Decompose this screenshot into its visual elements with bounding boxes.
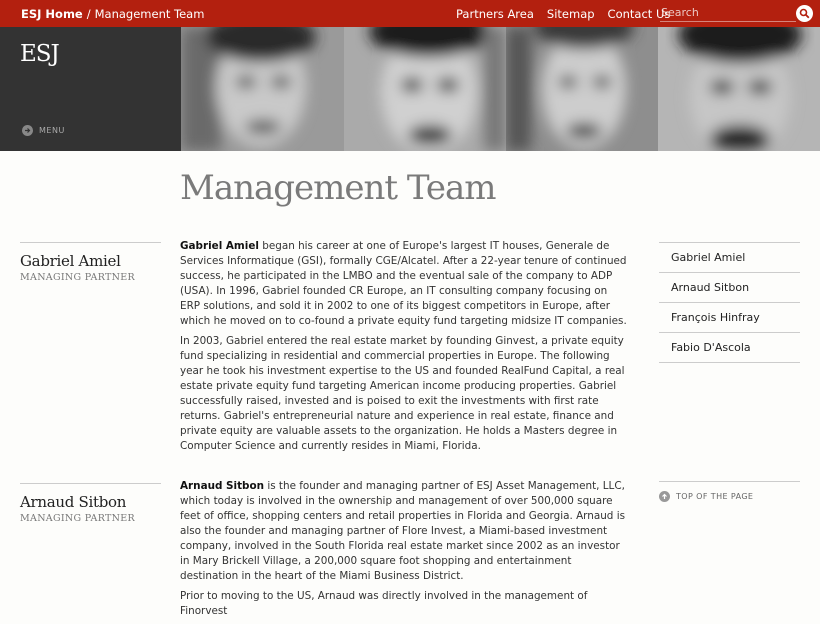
team-photo: [344, 27, 506, 151]
person-bio: Gabriel Amiel began his career at one of…: [180, 239, 628, 459]
page-title: Management Team: [180, 168, 497, 208]
search-input[interactable]: [660, 4, 796, 22]
team-photo: [658, 27, 820, 151]
team-list-item-arnaud-sitbon[interactable]: Arnaud Sitbon: [659, 273, 800, 303]
breadcrumb-separator: /: [86, 7, 91, 21]
team-member-list: Gabriel Amiel Arnaud Sitbon François Hin…: [659, 242, 800, 363]
bio-paragraph: Prior to moving to the US, Arnaud was di…: [180, 589, 628, 619]
breadcrumb-home-link[interactable]: ESJ Home: [21, 7, 83, 21]
top-of-page-link[interactable]: TOP OF THE PAGE: [659, 481, 800, 502]
nav-link-sitemap[interactable]: Sitemap: [547, 7, 595, 21]
team-list-item-gabriel-amiel[interactable]: Gabriel Amiel: [659, 243, 800, 273]
bio-text: is the founder and managing partner of E…: [180, 480, 626, 582]
arrow-up-icon: [659, 491, 670, 502]
header: ESJ MENU: [0, 27, 820, 151]
logo[interactable]: ESJ: [20, 41, 60, 67]
team-list-item-francois-hinfray[interactable]: François Hinfray: [659, 303, 800, 333]
bio-paragraph: Arnaud Sitbon is the founder and managin…: [180, 479, 628, 584]
person-header: Arnaud Sitbon MANAGING PARTNER: [20, 483, 161, 524]
team-list-item-fabio-dascola[interactable]: Fabio D'Ascola: [659, 333, 800, 363]
bio-lead-name: Arnaud Sitbon: [180, 480, 265, 492]
menu-button[interactable]: MENU: [22, 125, 65, 136]
person-role: MANAGING PARTNER: [20, 272, 135, 283]
bio-text: began his career at one of Europe's larg…: [180, 240, 627, 327]
team-photo-strip: [181, 27, 820, 151]
nav-link-partners-area[interactable]: Partners Area: [456, 7, 534, 21]
brand-panel: ESJ MENU: [0, 27, 181, 151]
bio-paragraph: In 2003, Gabriel entered the real estate…: [180, 334, 628, 454]
bio-paragraph: Gabriel Amiel began his career at one of…: [180, 239, 628, 329]
person-role: MANAGING PARTNER: [20, 513, 135, 524]
search-icon: [799, 8, 810, 19]
bio-text: In 2003, Gabriel entered the real estate…: [180, 335, 625, 452]
team-photo: [506, 27, 658, 151]
search-button[interactable]: [796, 5, 813, 22]
person-name: Arnaud Sitbon: [20, 493, 127, 511]
breadcrumb-current: Management Team: [94, 7, 205, 21]
top-bar: ESJ Home / Management Team Partners Area S…: [0, 0, 820, 27]
top-of-page-label: TOP OF THE PAGE: [676, 492, 754, 501]
menu-label: MENU: [39, 126, 65, 135]
bio-lead-name: Gabriel Amiel: [180, 240, 259, 252]
person-bio: Arnaud Sitbon is the founder and managin…: [180, 479, 628, 624]
arrow-right-icon: [22, 125, 33, 136]
bio-text: Prior to moving to the US, Arnaud was di…: [180, 590, 588, 617]
breadcrumb: ESJ Home / Management Team: [21, 7, 204, 21]
team-photo: [181, 27, 344, 151]
person-header: Gabriel Amiel MANAGING PARTNER: [20, 242, 161, 283]
person-name: Gabriel Amiel: [20, 252, 121, 270]
top-nav: Partners Area Sitemap Contact Us: [456, 7, 670, 21]
